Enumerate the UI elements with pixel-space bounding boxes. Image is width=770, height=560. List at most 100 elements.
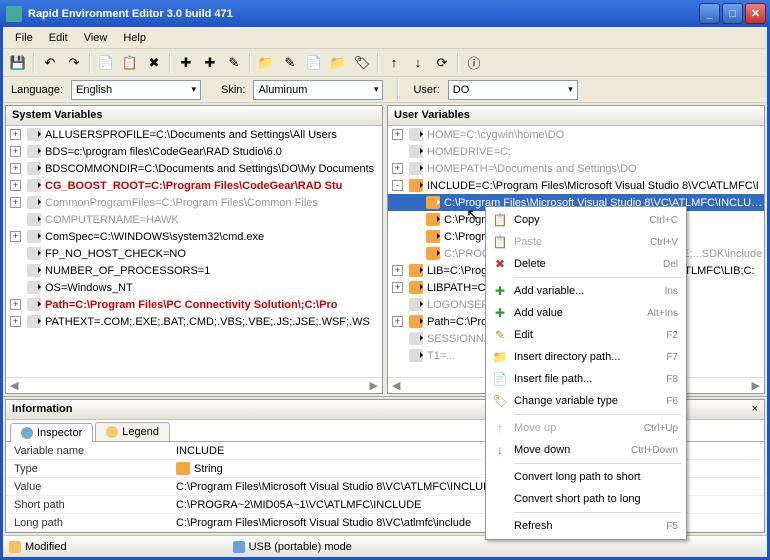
tree-row[interactable]: +PATHEXT=.COM;.EXE;.BAT;.CMD;.VBS;.VBE;.… xyxy=(6,313,382,330)
menu-item[interactable]: ↓Move downCtrl+Down xyxy=(488,439,684,461)
tree-item-label: INCLUDE=C:\Program Files\Microsoft Visua… xyxy=(427,180,759,192)
menu-item-icon: 📁 xyxy=(490,350,510,364)
menu-item-shortcut: F5 xyxy=(666,521,678,532)
tree-row[interactable]: +BDS=c:\program files\CodeGear\RAD Studi… xyxy=(6,143,382,160)
separator xyxy=(457,53,459,73)
toolbar-button[interactable]: 📄 xyxy=(303,52,325,74)
system-variables-tree[interactable]: +ALLUSERSPROFILE=C:\Documents and Settin… xyxy=(6,126,382,377)
menu-item-label: Paste xyxy=(514,236,650,248)
toolbar-button[interactable]: 🏷 xyxy=(351,52,373,74)
menu-view[interactable]: View xyxy=(76,29,116,47)
info-close-icon[interactable]: × xyxy=(752,403,758,416)
expand-icon[interactable]: + xyxy=(10,197,21,208)
tab-legend[interactable]: Legend xyxy=(95,422,170,441)
tree-row[interactable]: +ALLUSERSPROFILE=C:\Documents and Settin… xyxy=(6,126,382,143)
toolbar-button[interactable]: ↶ xyxy=(39,52,61,74)
tab-inspector[interactable]: Inspector xyxy=(10,423,93,442)
menu-item[interactable]: 🏷Change variable typeF6 xyxy=(488,390,684,412)
expand-placeholder xyxy=(10,214,21,225)
language-select[interactable]: English▾ xyxy=(71,80,201,100)
expand-icon[interactable]: + xyxy=(10,180,21,191)
menu-item[interactable]: 📄Insert file path...F8 xyxy=(488,368,684,390)
menu-item[interactable]: ✖DeleteDel xyxy=(488,253,684,275)
tag-icon xyxy=(27,213,41,226)
menu-item-label: Move down xyxy=(514,444,631,456)
expand-icon[interactable]: + xyxy=(10,231,21,242)
expand-icon[interactable]: - xyxy=(392,180,403,191)
toolbar-button[interactable]: ✚ xyxy=(199,52,221,74)
menu-item-shortcut: Ins xyxy=(665,286,678,297)
toolbar-button[interactable]: ↓ xyxy=(407,52,429,74)
tree-row[interactable]: + ComSpec=C:\WINDOWS\system32\cmd.exe xyxy=(6,228,382,245)
tree-row[interactable]: +CG_BOOST_ROOT=C:\Program Files\CodeGear… xyxy=(6,177,382,194)
close-button[interactable]: ✕ xyxy=(745,3,766,24)
minimize-button[interactable]: _ xyxy=(699,3,720,24)
toolbar-button[interactable]: ⟳ xyxy=(431,52,453,74)
menu-item-label: Refresh xyxy=(514,520,666,532)
toolbar-button[interactable]: ⓘ xyxy=(463,52,485,74)
tree-row[interactable]: COMPUTERNAME=HAWK xyxy=(6,211,382,228)
menu-item[interactable]: Convert short path to long xyxy=(488,488,684,510)
tag-icon xyxy=(426,230,440,243)
toolbar-button[interactable]: 💾 xyxy=(7,52,29,74)
menu-item[interactable]: RefreshF5 xyxy=(488,515,684,537)
information-header: Information xyxy=(12,403,73,416)
toolbar-button[interactable]: ✚ xyxy=(175,52,197,74)
menu-item-label: Convert short path to long xyxy=(514,493,678,505)
expand-placeholder xyxy=(392,299,403,310)
maximize-button[interactable]: □ xyxy=(722,3,743,24)
toolbar-button[interactable]: ↑ xyxy=(383,52,405,74)
expand-icon[interactable]: + xyxy=(10,129,21,140)
menu-item-icon: ✖ xyxy=(490,257,510,271)
tree-row[interactable]: FP_NO_HOST_CHECK=NO xyxy=(6,245,382,262)
tree-item-label: ComSpec=C:\WINDOWS\system32\cmd.exe xyxy=(45,231,264,243)
expand-icon[interactable]: + xyxy=(10,316,21,327)
menu-item-icon: 📋 xyxy=(490,235,510,249)
toolbar-button[interactable]: ✖ xyxy=(143,52,165,74)
tree-row[interactable]: +CommonProgramFiles=C:\Program Files\Com… xyxy=(6,194,382,211)
toolbar-button[interactable]: ✎ xyxy=(223,52,245,74)
scroll-indicator[interactable]: ◀▶ xyxy=(6,377,382,393)
menu-edit[interactable]: Edit xyxy=(41,29,76,47)
tree-item-label: HOME=C:\cygwin\home\DO xyxy=(427,129,564,141)
tree-row[interactable]: +BDSCOMMONDIR=C:\Documents and Settings\… xyxy=(6,160,382,177)
expand-icon[interactable]: + xyxy=(392,129,403,140)
toolbar-button[interactable]: 📄 xyxy=(95,52,117,74)
expand-icon[interactable]: + xyxy=(10,163,21,174)
expand-icon[interactable]: + xyxy=(10,146,21,157)
expand-icon[interactable]: + xyxy=(392,265,403,276)
menu-item[interactable]: ✚Add valueAlt+Ins xyxy=(488,302,684,324)
skin-select[interactable]: Aluminum▾ xyxy=(253,80,383,100)
toolbar-button[interactable]: ↷ xyxy=(63,52,85,74)
menu-item[interactable]: 📁Insert directory path...F7 xyxy=(488,346,684,368)
menu-file[interactable]: File xyxy=(7,29,41,47)
tag-icon xyxy=(27,179,41,192)
toolbar: 💾↶↷📄📋✖✚✚✎📁✎📄📁🏷↑↓⟳ⓘ xyxy=(3,49,767,77)
menu-item-label: Delete xyxy=(514,258,663,270)
expand-icon[interactable]: + xyxy=(10,299,21,310)
toolbar-button[interactable]: 📋 xyxy=(119,52,141,74)
tree-row[interactable]: HOMEDRIVE=C: xyxy=(388,143,764,160)
menu-item[interactable]: ✚Add variable...Ins xyxy=(488,280,684,302)
expand-icon[interactable]: + xyxy=(392,316,403,327)
menu-help[interactable]: Help xyxy=(115,29,154,47)
toolbar-button[interactable]: 📁 xyxy=(327,52,349,74)
menu-item[interactable]: Convert long path to short xyxy=(488,466,684,488)
tree-row[interactable]: +Path=C:\Program Files\PC Connectivity S… xyxy=(6,296,382,313)
menu-item-shortcut: Ctrl+V xyxy=(650,237,678,248)
tree-row[interactable]: - INCLUDE=C:\Program Files\Microsoft Visu… xyxy=(388,177,764,194)
toolbar-button[interactable]: 📁 xyxy=(255,52,277,74)
tree-row[interactable]: NUMBER_OF_PROCESSORS=1 xyxy=(6,262,382,279)
menu-item[interactable]: ✎EditF2 xyxy=(488,324,684,346)
user-select[interactable]: DO▾ xyxy=(448,80,578,100)
magnifier-icon xyxy=(21,427,33,439)
tag-icon xyxy=(27,162,41,175)
menu-item[interactable]: 📋CopyCtrl+C xyxy=(488,209,684,231)
expand-icon[interactable]: + xyxy=(392,282,403,293)
tree-row[interactable]: + HOME=C:\cygwin\home\DO xyxy=(388,126,764,143)
toolbar-button[interactable]: ✎ xyxy=(279,52,301,74)
menu-item-shortcut: Ctrl+Down xyxy=(631,445,678,456)
expand-icon[interactable]: + xyxy=(392,163,403,174)
tree-row[interactable]: OS=Windows_NT xyxy=(6,279,382,296)
tree-row[interactable]: +HOMEPATH=\Documents and Settings\DO xyxy=(388,160,764,177)
